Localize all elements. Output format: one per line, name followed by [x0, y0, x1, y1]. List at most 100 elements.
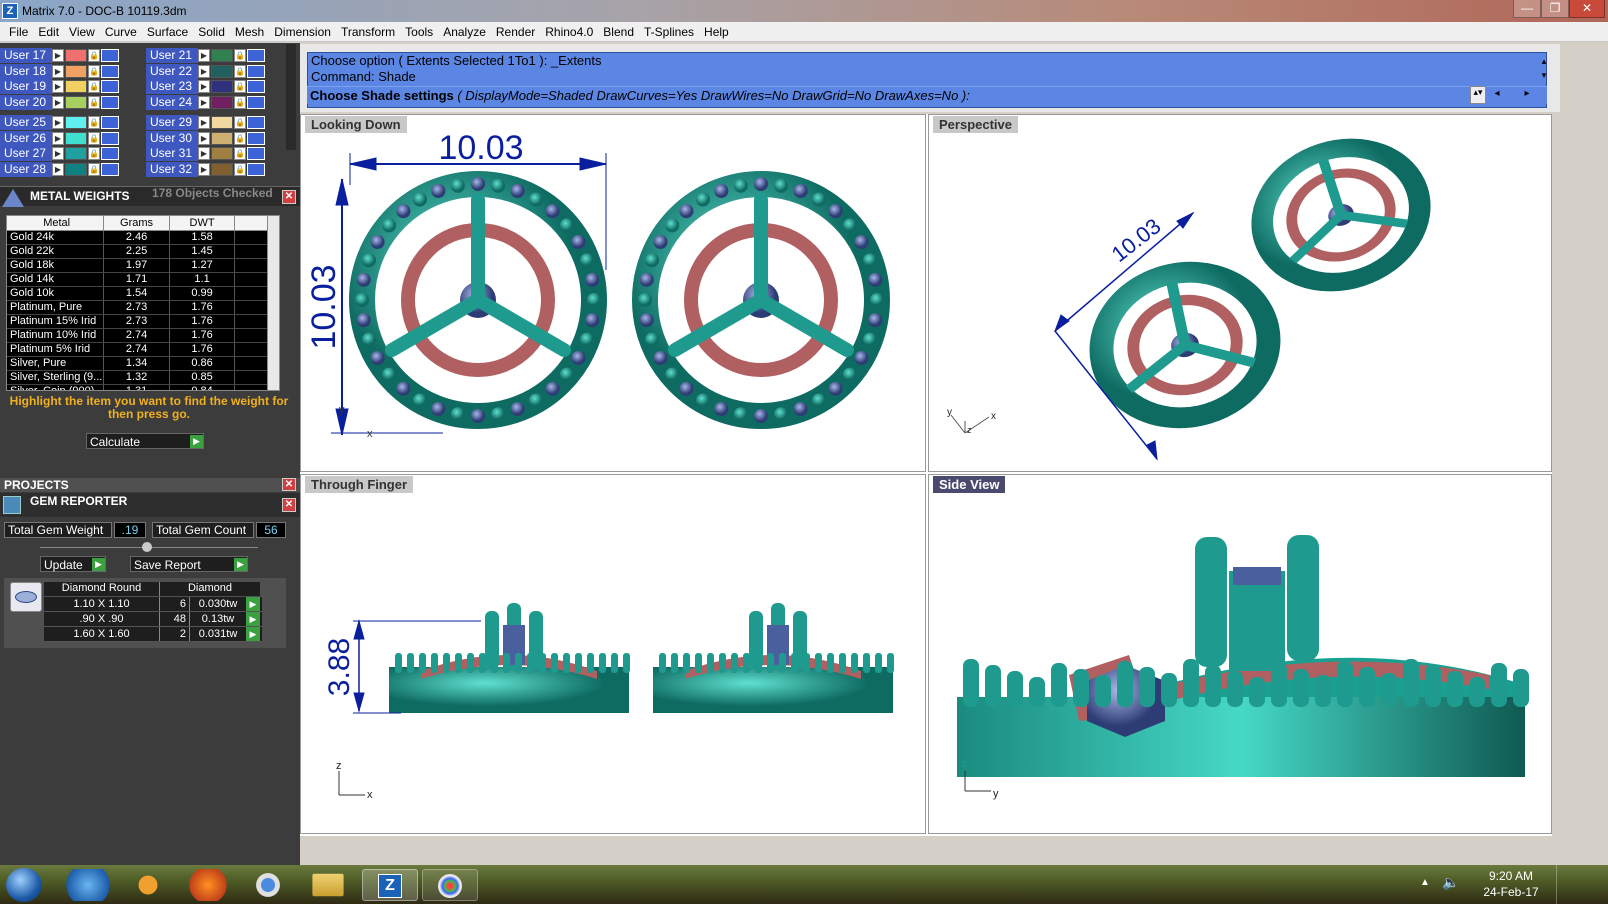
layer-name[interactable]: User 29	[146, 115, 198, 130]
gem-row[interactable]: 1.60 X 1.60 2 0.031tw ▶	[44, 627, 262, 642]
layer-color-swatch[interactable]	[65, 116, 87, 129]
expand-icon[interactable]: ▶	[52, 96, 64, 109]
layer-visibility-toggle[interactable]	[101, 96, 119, 109]
expand-icon[interactable]: ▶	[198, 80, 210, 93]
column-grams[interactable]: Grams	[104, 216, 170, 230]
viewport-looking-down[interactable]: Looking Down 10.03 10.03 x y	[300, 114, 926, 472]
gem-col-type[interactable]: Diamond	[160, 582, 260, 596]
firefox-icon[interactable]	[182, 869, 234, 901]
layer-row[interactable]: User 27 ▶ 🔒	[0, 146, 120, 161]
internet-explorer-icon[interactable]	[62, 869, 114, 901]
prompt-spin-icon[interactable]: ▴▾	[1470, 86, 1486, 104]
metal-row[interactable]: Gold 18k 1.97 1.27	[7, 259, 279, 273]
metal-weights-scrollbar[interactable]	[267, 216, 279, 390]
close-icon[interactable]: ✕	[282, 498, 296, 512]
layer-visibility-toggle[interactable]	[101, 163, 119, 176]
metal-row[interactable]: Gold 14k 1.71 1.1	[7, 273, 279, 287]
layer-row[interactable]: User 30 ▶ 🔒	[146, 131, 266, 146]
command-prompt[interactable]: Choose Shade settings ( DisplayMode=Shad…	[307, 86, 1547, 104]
lock-icon[interactable]: 🔒	[88, 147, 100, 160]
layer-visibility-toggle[interactable]	[101, 132, 119, 145]
layer-color-swatch[interactable]	[211, 132, 233, 145]
expand-icon[interactable]: ▶	[198, 65, 210, 78]
slider-handle[interactable]	[142, 542, 152, 552]
expand-icon[interactable]: ▶	[198, 96, 210, 109]
save-report-button[interactable]: Save Report ▶	[130, 556, 248, 572]
layer-color-swatch[interactable]	[211, 96, 233, 109]
viewport-through-finger[interactable]: Through Finger 3.88 x z	[300, 474, 926, 834]
menu-help[interactable]: Help	[699, 22, 734, 42]
expand-icon[interactable]: ▶	[52, 49, 64, 62]
layer-name[interactable]: User 24	[146, 95, 198, 110]
metal-row[interactable]: Platinum 15% Irid 2.73 1.76	[7, 315, 279, 329]
metal-row[interactable]: Gold 10k 1.54 0.99	[7, 287, 279, 301]
show-hidden-icons[interactable]: ▲	[1420, 877, 1430, 888]
metal-row[interactable]: Silver, Pure 1.34 0.86	[7, 357, 279, 371]
ring-closeup-model[interactable]	[957, 535, 1525, 777]
expand-icon[interactable]: ▶	[198, 163, 210, 176]
layer-color-swatch[interactable]	[65, 147, 87, 160]
metal-row[interactable]: Platinum, Pure 2.73 1.76	[7, 301, 279, 315]
restore-button[interactable]: ❐	[1541, 0, 1569, 18]
viewport-perspective[interactable]: Perspective 10.03 x y z	[928, 114, 1552, 472]
layer-row[interactable]: User 17 ▶ 🔒	[0, 48, 120, 63]
layer-name[interactable]: User 32	[146, 162, 198, 177]
lock-icon[interactable]: 🔒	[88, 65, 100, 78]
lock-icon[interactable]: 🔒	[234, 96, 246, 109]
media-player-icon[interactable]	[122, 869, 174, 901]
play-icon[interactable]: ▶	[246, 597, 260, 611]
layer-row[interactable]: User 22 ▶ 🔒	[146, 64, 266, 79]
layer-color-swatch[interactable]	[65, 65, 87, 78]
scroll-right-icon[interactable]: ▸	[1520, 88, 1534, 102]
layer-name[interactable]: User 28	[0, 162, 52, 177]
layer-color-swatch[interactable]	[65, 163, 87, 176]
layer-visibility-toggle[interactable]	[247, 80, 265, 93]
lock-icon[interactable]: 🔒	[88, 96, 100, 109]
expand-icon[interactable]: ▶	[52, 163, 64, 176]
matrix-app-taskbar-button[interactable]: Z	[362, 869, 418, 901]
menu-blend[interactable]: Blend	[598, 22, 639, 42]
expand-icon[interactable]: ▶	[52, 116, 64, 129]
close-icon[interactable]: ✕	[282, 478, 296, 491]
diamond-round-icon[interactable]	[10, 582, 42, 612]
layer-visibility-toggle[interactable]	[101, 80, 119, 93]
projects-header[interactable]: PROJECTS ✕	[0, 478, 300, 492]
layer-visibility-toggle[interactable]	[247, 163, 265, 176]
layer-row[interactable]: User 23 ▶ 🔒	[146, 79, 266, 94]
calculate-button[interactable]: Calculate ▶	[86, 433, 204, 449]
layer-row[interactable]: User 24 ▶ 🔒	[146, 95, 266, 110]
expand-icon[interactable]: ▶	[52, 147, 64, 160]
layer-name[interactable]: User 31	[146, 146, 198, 161]
layer-row[interactable]: User 26 ▶ 🔒	[0, 131, 120, 146]
gem-row[interactable]: 1.10 X 1.10 6 0.030tw ▶	[44, 597, 262, 612]
layer-row[interactable]: User 19 ▶ 🔒	[0, 79, 120, 94]
close-icon[interactable]: ✕	[282, 190, 296, 204]
app-icon[interactable]: Z	[2, 3, 18, 19]
layer-color-swatch[interactable]	[211, 147, 233, 160]
layer-visibility-toggle[interactable]	[247, 132, 265, 145]
layer-row[interactable]: User 20 ▶ 🔒	[0, 95, 120, 110]
layer-color-swatch[interactable]	[65, 80, 87, 93]
metal-row[interactable]: Gold 22k 2.25 1.45	[7, 245, 279, 259]
layer-visibility-toggle[interactable]	[101, 147, 119, 160]
menu-view[interactable]: View	[64, 22, 100, 42]
menu-analyze[interactable]: Analyze	[438, 22, 491, 42]
layer-name[interactable]: User 22	[146, 64, 198, 79]
layer-visibility-toggle[interactable]	[247, 96, 265, 109]
menu-curve[interactable]: Curve	[100, 22, 142, 42]
volume-icon[interactable]: 🔈	[1442, 874, 1459, 891]
layer-name[interactable]: User 18	[0, 64, 52, 79]
layer-name[interactable]: User 23	[146, 79, 198, 94]
metal-weights-table[interactable]: Metal Grams DWT Gold 24k 2.46 1.58 Gold 22k…	[6, 215, 280, 391]
layer-scrollbar[interactable]	[286, 44, 296, 150]
play-icon[interactable]: ▶	[246, 612, 260, 626]
metal-row[interactable]: Silver, Coin (900) 1.31 0.84	[7, 385, 279, 390]
layer-name[interactable]: User 30	[146, 131, 198, 146]
lock-icon[interactable]: 🔒	[88, 163, 100, 176]
lock-icon[interactable]: 🔒	[234, 147, 246, 160]
expand-icon[interactable]: ▶	[198, 116, 210, 129]
paint-taskbar-button[interactable]	[422, 869, 478, 901]
layer-row[interactable]: User 25 ▶ 🔒	[0, 115, 120, 130]
minimize-button[interactable]: —	[1513, 0, 1541, 18]
folder-icon[interactable]	[312, 873, 344, 897]
